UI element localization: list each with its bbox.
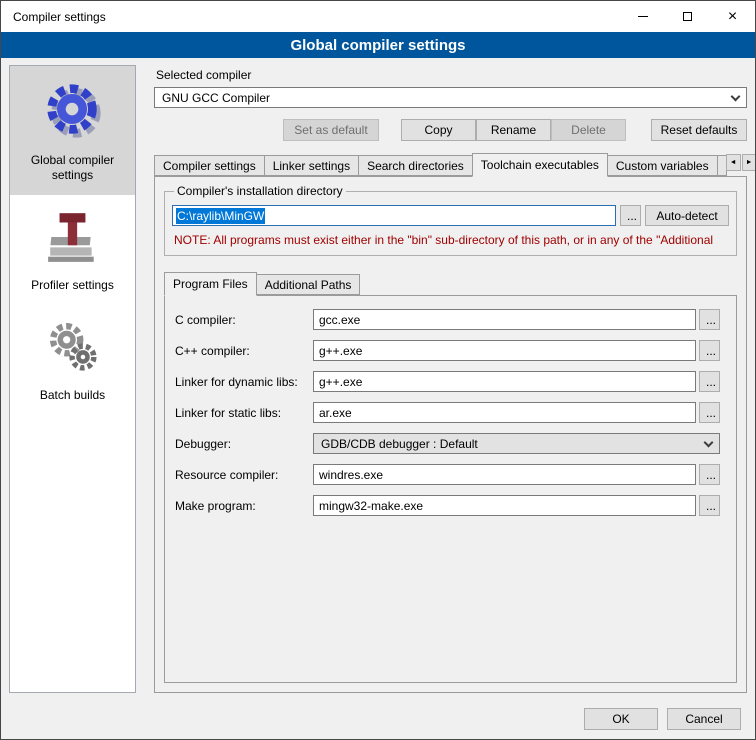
gear-blue-icon: [42, 79, 104, 144]
make-program-input[interactable]: [313, 495, 696, 516]
tab-toolchain-executables[interactable]: Toolchain executables: [472, 153, 608, 177]
main-panel: Selected compiler GNU GCC Compiler Set a…: [145, 65, 747, 693]
c-compiler-input[interactable]: [313, 309, 696, 330]
field-row-resource-compiler: Resource compiler: ...: [175, 464, 720, 485]
tab-custom-variables[interactable]: Custom variables: [607, 155, 718, 176]
minimize-icon: [638, 16, 648, 17]
field-row-linker-static: Linker for static libs: ...: [175, 402, 720, 423]
installation-directory-row: C:\raylib\MinGW ... Auto-detect: [172, 205, 729, 226]
selected-compiler-label: Selected compiler: [156, 68, 747, 82]
delete-button: Delete: [551, 119, 626, 141]
window-title: Compiler settings: [1, 10, 106, 24]
installation-directory-group-title: Compiler's installation directory: [174, 184, 346, 198]
program-files-panel: C compiler: ... C++ compiler: ... Linker…: [164, 295, 737, 683]
copy-button[interactable]: Copy: [401, 119, 476, 141]
scroll-left-icon: ◄: [730, 159, 737, 166]
set-as-default-button: Set as default: [283, 119, 379, 141]
note-text: NOTE: All programs must exist either in …: [174, 233, 729, 247]
titlebar: Compiler settings ×: [1, 1, 755, 32]
compiler-select-value: GNU GCC Compiler: [162, 91, 270, 105]
window-controls: ×: [620, 1, 755, 32]
cancel-button[interactable]: Cancel: [667, 708, 741, 730]
maximize-icon: [683, 12, 692, 21]
chevron-down-icon: [704, 437, 714, 447]
minimize-button[interactable]: [620, 1, 665, 32]
chevron-down-icon: [731, 91, 741, 101]
resource-compiler-label: Resource compiler:: [175, 468, 313, 482]
field-row-linker-dynamic: Linker for dynamic libs: ...: [175, 371, 720, 392]
dialog-header: Global compiler settings: [1, 32, 755, 58]
browse-installation-directory-button[interactable]: ...: [620, 205, 641, 226]
linker-static-label: Linker for static libs:: [175, 406, 313, 420]
debugger-label: Debugger:: [175, 437, 313, 451]
field-row-c-compiler: C compiler: ...: [175, 309, 720, 330]
sidebar-item-global-compiler-settings[interactable]: Global compiler settings: [10, 66, 135, 195]
browse-linker-dynamic-button[interactable]: ...: [699, 371, 720, 392]
tab-compiler-settings[interactable]: Compiler settings: [154, 155, 265, 176]
sidebar-item-label: Global compiler settings: [13, 153, 132, 183]
tab-linker-settings[interactable]: Linker settings: [264, 155, 359, 176]
ok-button[interactable]: OK: [584, 708, 658, 730]
tab-search-directories[interactable]: Search directories: [358, 155, 473, 176]
profiler-tools-icon: [44, 208, 102, 269]
field-row-cpp-compiler: C++ compiler: ...: [175, 340, 720, 361]
debugger-select[interactable]: GDB/CDB debugger : Default: [313, 433, 720, 454]
browse-resource-compiler-button[interactable]: ...: [699, 464, 720, 485]
reset-defaults-button[interactable]: Reset defaults: [651, 119, 747, 141]
browse-cpp-compiler-button[interactable]: ...: [699, 340, 720, 361]
tab-scroll-right-button[interactable]: ►: [742, 154, 756, 171]
compiler-settings-dialog: Compiler settings × Global compiler sett…: [0, 0, 756, 740]
installation-directory-value: C:\raylib\MinGW: [176, 208, 265, 224]
installation-directory-input[interactable]: C:\raylib\MinGW: [172, 205, 616, 226]
subtab-program-files[interactable]: Program Files: [164, 272, 257, 296]
tab-scroll-left-button[interactable]: ◄: [726, 154, 741, 171]
close-icon: ×: [728, 9, 737, 25]
settings-sidebar: Global compiler settings Profiler settin…: [9, 65, 136, 693]
close-button[interactable]: ×: [710, 1, 755, 32]
cpp-compiler-label: C++ compiler:: [175, 344, 313, 358]
dialog-footer: OK Cancel: [1, 699, 755, 739]
c-compiler-label: C compiler:: [175, 313, 313, 327]
resource-compiler-input[interactable]: [313, 464, 696, 485]
subtab-additional-paths[interactable]: Additional Paths: [256, 274, 361, 295]
compiler-select[interactable]: GNU GCC Compiler: [154, 87, 747, 108]
scroll-right-icon: ►: [746, 159, 753, 166]
field-row-make-program: Make program: ...: [175, 495, 720, 516]
linker-static-input[interactable]: [313, 402, 696, 423]
linker-dynamic-label: Linker for dynamic libs:: [175, 375, 313, 389]
sidebar-item-batch-builds[interactable]: Batch builds: [10, 305, 135, 415]
linker-dynamic-input[interactable]: [313, 371, 696, 392]
browse-linker-static-button[interactable]: ...: [699, 402, 720, 423]
make-program-label: Make program:: [175, 499, 313, 513]
dialog-body: Global compiler settings Profiler settin…: [1, 58, 755, 699]
maximize-button[interactable]: [665, 1, 710, 32]
browse-make-program-button[interactable]: ...: [699, 495, 720, 516]
field-row-debugger: Debugger: GDB/CDB debugger : Default: [175, 433, 720, 454]
cpp-compiler-input[interactable]: [313, 340, 696, 361]
sidebar-item-label: Batch builds: [40, 388, 105, 403]
installation-directory-group: Compiler's installation directory C:\ray…: [164, 191, 737, 256]
settings-tabstrip: Compiler settings Linker settings Search…: [154, 153, 747, 176]
browse-c-compiler-button[interactable]: ...: [699, 309, 720, 330]
rename-button[interactable]: Rename: [476, 119, 551, 141]
compiler-button-row: Set as default Copy Rename Delete Reset …: [154, 119, 747, 141]
sidebar-item-label: Profiler settings: [31, 278, 114, 293]
toolchain-executables-panel: Compiler's installation directory C:\ray…: [154, 176, 747, 693]
program-files-tabstrip: Program Files Additional Paths: [164, 272, 737, 295]
auto-detect-button[interactable]: Auto-detect: [645, 205, 729, 226]
sidebar-item-profiler-settings[interactable]: Profiler settings: [10, 195, 135, 305]
gears-gray-icon: [44, 318, 102, 379]
tab-scroll-buttons: ◄ ►: [726, 154, 756, 171]
debugger-select-value: GDB/CDB debugger : Default: [321, 437, 478, 451]
